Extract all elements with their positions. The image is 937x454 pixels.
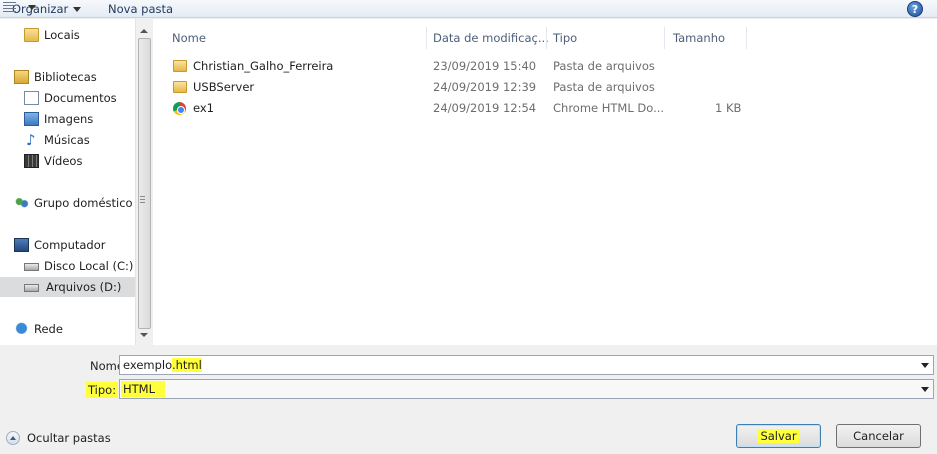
file-date: 24/09/2019 12:54 bbox=[433, 101, 537, 115]
file-type: Pasta de arquivos bbox=[553, 59, 655, 73]
toolbar: Organizar Nova pasta ? bbox=[0, 0, 937, 18]
nav-item-label: Locais bbox=[44, 28, 80, 42]
nav-item-arquivos[interactable]: Arquivos (D:) bbox=[0, 277, 135, 297]
nav-item-grupo-domestico[interactable]: Grupo doméstico bbox=[14, 193, 134, 213]
column-header-tamanho[interactable]: Tamanho bbox=[673, 27, 743, 49]
chrome-icon bbox=[173, 102, 186, 115]
nav-item-label: Músicas bbox=[44, 133, 90, 147]
documents-icon bbox=[24, 91, 39, 105]
grip-icon bbox=[140, 196, 145, 203]
file-type: Chrome HTML Do... bbox=[553, 101, 665, 115]
chevron-up-icon bbox=[6, 431, 20, 445]
libraries-icon bbox=[14, 70, 29, 84]
new-folder-button[interactable]: Nova pasta bbox=[108, 0, 173, 18]
nav-item-rede[interactable]: Rede bbox=[14, 319, 134, 339]
nav-item-label: Imagens bbox=[44, 112, 94, 126]
videos-icon bbox=[24, 154, 39, 168]
nav-item-imagens[interactable]: Imagens bbox=[24, 109, 134, 129]
nav-item-bibliotecas[interactable]: Bibliotecas bbox=[14, 67, 134, 87]
column-header-tipo[interactable]: Tipo bbox=[553, 27, 663, 49]
file-list: Nome Data de modificaç... Tipo Tamanho C… bbox=[153, 19, 937, 345]
nav-item-label: Computador bbox=[34, 238, 106, 252]
filename-value: exemplo.html bbox=[123, 358, 202, 372]
help-icon[interactable]: ? bbox=[907, 1, 923, 17]
scroll-up-icon[interactable] bbox=[140, 29, 148, 33]
music-icon bbox=[24, 130, 39, 150]
file-name: Christian_Galho_Ferreira bbox=[193, 59, 334, 73]
column-divider[interactable] bbox=[426, 27, 427, 49]
file-date: 23/09/2019 15:40 bbox=[433, 59, 537, 73]
cancel-button[interactable]: Cancelar bbox=[836, 424, 921, 448]
folder-icon bbox=[24, 28, 39, 42]
nav-item-locais[interactable]: Locais bbox=[24, 25, 134, 45]
hide-folders-label: Ocultar pastas bbox=[27, 431, 111, 445]
chevron-down-icon[interactable] bbox=[921, 387, 929, 392]
nav-item-documentos[interactable]: Documentos bbox=[24, 88, 134, 108]
nav-item-label: Disco Local (C:) bbox=[44, 259, 134, 273]
nav-item-label: Vídeos bbox=[44, 154, 83, 168]
chevron-down-icon bbox=[28, 5, 36, 10]
filetype-select[interactable]: HTML bbox=[119, 379, 934, 399]
filename-extension: .html bbox=[171, 358, 202, 372]
nav-item-disco-local[interactable]: Disco Local (C:) bbox=[24, 256, 134, 276]
nav-item-computador[interactable]: Computador bbox=[14, 235, 134, 255]
file-date: 24/09/2019 12:39 bbox=[433, 80, 537, 94]
chevron-down-icon bbox=[73, 7, 82, 12]
nav-scrollbar[interactable] bbox=[135, 19, 152, 345]
organize-button[interactable]: Organizar bbox=[12, 0, 82, 18]
drive-icon bbox=[24, 284, 39, 292]
nav-item-videos[interactable]: Vídeos bbox=[24, 151, 134, 171]
file-name: USBServer bbox=[193, 80, 255, 94]
nav-item-label: Grupo doméstico bbox=[34, 196, 133, 210]
column-divider[interactable] bbox=[664, 27, 665, 49]
table-row[interactable]: ex1 24/09/2019 12:54 Chrome HTML Do... 1… bbox=[163, 98, 763, 119]
nav-item-label: Documentos bbox=[44, 91, 117, 105]
save-button[interactable]: Salvar bbox=[736, 424, 821, 448]
save-label: Salvar bbox=[758, 429, 799, 443]
column-divider[interactable] bbox=[546, 27, 547, 49]
folder-icon bbox=[173, 60, 187, 72]
scroll-thumb[interactable] bbox=[138, 38, 151, 329]
nav-item-label: Arquivos (D:) bbox=[46, 280, 122, 294]
nav-item-label: Bibliotecas bbox=[34, 70, 97, 84]
network-icon bbox=[14, 322, 29, 336]
table-row[interactable]: Christian_Galho_Ferreira 23/09/2019 15:4… bbox=[163, 56, 763, 77]
drive-icon bbox=[24, 263, 39, 271]
nav-item-musicas[interactable]: Músicas bbox=[24, 130, 134, 150]
chevron-down-icon[interactable] bbox=[921, 363, 929, 368]
pictures-icon bbox=[24, 112, 39, 126]
homegroup-icon bbox=[14, 196, 29, 210]
filetype-value: HTML bbox=[123, 382, 156, 396]
filename-base: exemplo bbox=[123, 358, 172, 372]
folder-icon bbox=[173, 81, 187, 93]
filename-field[interactable]: exemplo.html bbox=[119, 355, 934, 375]
file-type: Pasta de arquivos bbox=[553, 80, 655, 94]
details-view-icon bbox=[3, 2, 16, 12]
column-header-data[interactable]: Data de modificaç... bbox=[433, 27, 553, 49]
scroll-down-icon[interactable] bbox=[140, 333, 148, 337]
navigation-pane: Locais Bibliotecas Documentos Imagens Mú… bbox=[0, 19, 152, 345]
computer-icon bbox=[14, 238, 29, 252]
file-name: ex1 bbox=[193, 101, 214, 115]
organize-label: Organizar bbox=[12, 2, 69, 16]
table-row[interactable]: USBServer 24/09/2019 12:39 Pasta de arqu… bbox=[163, 77, 763, 98]
column-divider[interactable] bbox=[746, 27, 747, 49]
column-header-nome[interactable]: Nome bbox=[172, 27, 422, 49]
nav-item-label: Rede bbox=[34, 322, 63, 336]
filetype-label: Tipo: bbox=[86, 382, 119, 398]
file-size: 1 KB bbox=[715, 101, 742, 115]
